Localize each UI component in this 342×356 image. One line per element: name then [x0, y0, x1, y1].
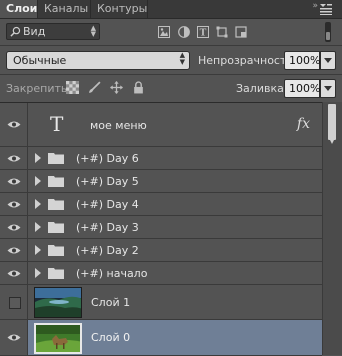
opacity-value: 100% [289, 54, 321, 67]
layer-thumbnail [34, 287, 82, 318]
search-icon [10, 26, 21, 37]
scrollbar-thumb[interactable] [328, 104, 336, 144]
fill-dropdown[interactable] [320, 79, 336, 98]
chevron-down-icon [324, 58, 332, 63]
blend-mode-value: Обычные [13, 54, 67, 67]
layer-filter-select[interactable]: Вид ▲ ▼ [6, 23, 100, 40]
lock-image-pixels-brush-icon[interactable] [88, 81, 101, 94]
adjustment-filter-icon[interactable] [178, 26, 190, 38]
svg-text:T: T [200, 29, 207, 39]
smart-object-filter-icon[interactable] [235, 26, 247, 38]
layer-row[interactable]: (+#) Day 2 [0, 239, 322, 262]
visibility-cell[interactable] [0, 320, 28, 355]
eye-icon[interactable] [7, 120, 21, 129]
visibility-cell[interactable] [0, 147, 28, 169]
lock-all-icon[interactable] [132, 81, 145, 94]
layers-list: T мое меню fx (+#) Day 6 (+#) Day 5 (+#)… [0, 102, 342, 356]
stepper-icon: ▲ ▼ [179, 51, 185, 66]
visibility-cell[interactable] [0, 103, 28, 146]
eye-icon[interactable] [7, 269, 21, 278]
folder-icon [48, 245, 64, 256]
layers-panel: Слои Каналы Контуры » Вид ▲ ▼ T Обычные … [0, 0, 342, 356]
stepper-icon: ▲ ▼ [90, 24, 96, 38]
layer-name[interactable]: (+#) Day 2 [76, 244, 139, 257]
expand-chevron-icon[interactable] [35, 199, 41, 209]
layer-row-selected[interactable]: Слой 0 [0, 320, 322, 356]
divider [0, 74, 342, 75]
tab-bar: Слои Каналы Контуры » [0, 0, 342, 19]
folder-icon [48, 222, 64, 233]
folder-icon [48, 153, 64, 164]
visibility-cell[interactable] [0, 170, 28, 192]
pixel-filter-icon[interactable] [158, 26, 170, 38]
filter-toggle[interactable] [325, 22, 331, 42]
visibility-cell[interactable] [0, 239, 28, 261]
expand-chevron-icon[interactable] [35, 222, 41, 232]
opacity-input[interactable]: 100% [284, 51, 320, 70]
layer-name[interactable]: Слой 0 [91, 331, 130, 344]
divider [0, 45, 342, 46]
visibility-toggle-empty[interactable] [9, 297, 21, 309]
opacity-label: Непрозрачность: [198, 54, 297, 67]
fill-value: 100% [289, 82, 321, 95]
visibility-cell[interactable] [0, 285, 28, 319]
layer-name[interactable]: (+#) Day 4 [76, 198, 139, 211]
layer-name[interactable]: (+#) Day 3 [76, 221, 139, 234]
eye-icon[interactable] [7, 333, 21, 342]
panel-menu-icon[interactable] [320, 3, 332, 15]
filter-label: Вид [23, 25, 46, 38]
layer-name[interactable]: (+#) начало [76, 267, 147, 280]
visibility-cell[interactable] [0, 216, 28, 238]
layer-row[interactable]: (+#) Day 4 [0, 193, 322, 216]
visibility-cell[interactable] [0, 262, 28, 284]
lock-label: Закрепить: [6, 82, 72, 95]
eye-icon[interactable] [7, 177, 21, 186]
eye-icon[interactable] [7, 246, 21, 255]
folder-icon [48, 176, 64, 187]
eye-icon[interactable] [7, 223, 21, 232]
eye-icon[interactable] [7, 154, 21, 163]
expand-chevron-icon[interactable] [35, 153, 41, 163]
layer-row[interactable]: (+#) Day 3 [0, 216, 322, 239]
chevron-down-icon [324, 86, 332, 91]
layer-row[interactable]: (+#) начало [0, 262, 322, 285]
tab-paths[interactable]: Контуры [91, 0, 148, 18]
expand-chevron-icon[interactable] [35, 245, 41, 255]
type-filter-icon[interactable]: T [197, 26, 209, 38]
layer-thumbnail [34, 323, 82, 354]
visibility-cell[interactable] [0, 193, 28, 215]
layer-name[interactable]: (+#) Day 5 [76, 175, 139, 188]
fx-icon[interactable]: fx [297, 116, 310, 132]
layer-row[interactable]: (+#) Day 5 [0, 170, 322, 193]
text-layer-icon: T [50, 112, 64, 136]
collapse-icon[interactable]: » [312, 1, 318, 11]
layers-scrollbar[interactable] [322, 102, 342, 355]
expand-chevron-icon[interactable] [35, 176, 41, 186]
layer-name[interactable]: (+#) Day 6 [76, 152, 139, 165]
blend-mode-select[interactable]: Обычные ▲ ▼ [6, 51, 190, 70]
fill-label: Заливка: [236, 82, 288, 95]
layer-name[interactable]: Слой 1 [91, 296, 130, 309]
folder-icon [48, 199, 64, 210]
lock-transparent-pixels-icon[interactable] [66, 81, 79, 94]
expand-chevron-icon[interactable] [35, 268, 41, 278]
fill-input[interactable]: 100% [284, 79, 320, 98]
tab-layers[interactable]: Слои [0, 0, 38, 18]
layer-name[interactable]: мое меню [90, 119, 147, 132]
tab-channels[interactable]: Каналы [38, 0, 91, 18]
folder-icon [48, 268, 64, 279]
layer-row[interactable]: (+#) Day 6 [0, 147, 322, 170]
shape-filter-icon[interactable] [216, 26, 228, 38]
lock-position-move-icon[interactable] [110, 81, 123, 94]
layer-row[interactable]: Слой 1 [0, 285, 322, 320]
layer-row[interactable]: T мое меню fx [0, 103, 322, 147]
eye-icon[interactable] [7, 200, 21, 209]
filter-row: Вид ▲ ▼ T [0, 19, 342, 45]
opacity-dropdown[interactable] [320, 51, 336, 70]
